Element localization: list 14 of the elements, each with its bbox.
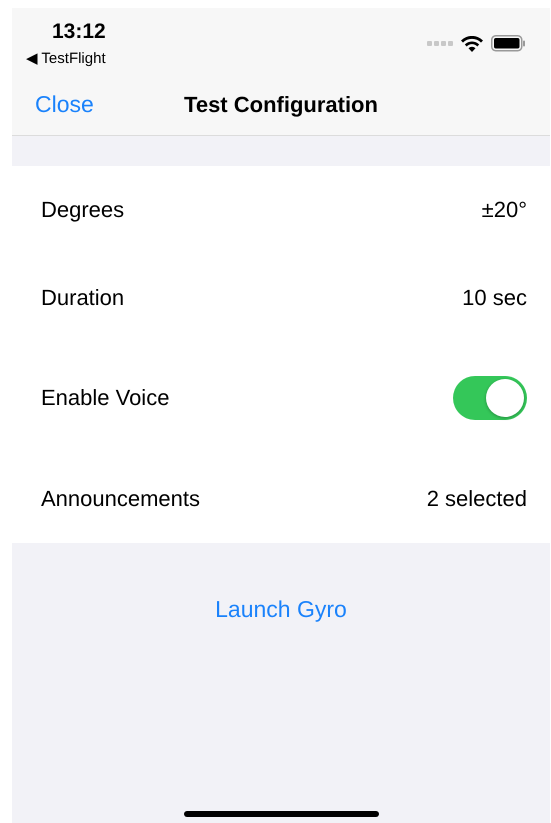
voice-toggle[interactable]: [453, 376, 527, 420]
row-label: Duration: [41, 284, 124, 310]
back-to-app-link[interactable]: ◀ TestFlight: [26, 49, 106, 67]
battery-icon: [491, 35, 526, 52]
row-value[interactable]: 2 selected: [426, 486, 527, 512]
row-label: Degrees: [41, 197, 124, 223]
row-value[interactable]: 10 sec: [462, 284, 527, 310]
row-label: Enable Voice: [41, 385, 170, 411]
row-value[interactable]: ±20°: [482, 197, 527, 223]
signal-icon: [427, 40, 453, 46]
row-label: Announcements: [41, 486, 200, 512]
nav-title: Test Configuration: [184, 92, 378, 118]
status-time: 13:12: [52, 20, 106, 44]
wifi-icon: [461, 36, 483, 52]
